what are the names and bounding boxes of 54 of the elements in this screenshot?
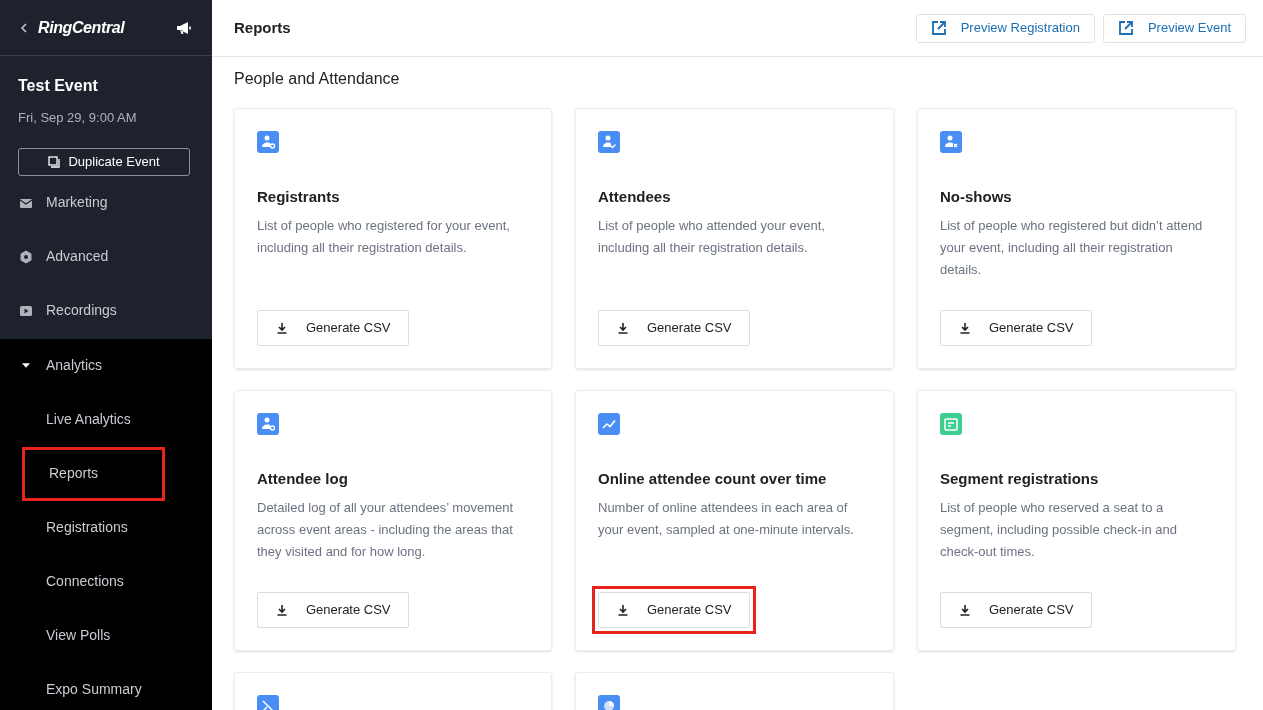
caret-icon	[22, 363, 30, 368]
sidebar-item[interactable]: Marketing	[0, 175, 212, 230]
generate-csv-button[interactable]: Generate CSV	[257, 592, 409, 628]
card-description: List of people who registered for your event, including all their registration details.	[257, 216, 511, 257]
sidebar-subitem[interactable]: Expo Summary	[22, 662, 165, 710]
external-link-icon	[1117, 20, 1134, 36]
card-title: Registrants	[257, 187, 341, 207]
download-icon	[617, 322, 629, 334]
sidebar-item[interactable]: Analytics	[0, 338, 212, 393]
generate-csv-button[interactable]: Generate CSV	[598, 310, 750, 346]
user-gear-icon	[257, 413, 279, 435]
user-gear-icon	[257, 131, 279, 153]
card-description: List of people who attended your event, including all their registration details.	[598, 216, 826, 257]
card-title: Attendees	[598, 187, 672, 207]
hexagon-icon	[18, 248, 34, 265]
card-title: Online attendee count over time	[598, 469, 828, 489]
card-description: Number of online attendees in each area of your event, sampled at one-minute intervals.	[598, 498, 855, 539]
preview-button[interactable]: Preview Event	[1102, 13, 1246, 43]
sidebar-item[interactable]: Recordings	[0, 283, 212, 338]
duplicate-event-button[interactable]: Duplicate Event	[18, 147, 190, 176]
section-title: People and Attendance	[234, 69, 401, 89]
chart-icon	[598, 413, 620, 435]
generate-csv-button[interactable]: Generate CSV	[940, 310, 1092, 346]
sidebar-subitem[interactable]: Live Analytics	[22, 392, 165, 447]
download-icon	[617, 604, 629, 616]
calendar-icon	[940, 413, 962, 435]
sidebar-subitem[interactable]: Registrations	[22, 500, 165, 555]
brand-logo: RingCentral	[38, 17, 125, 38]
sidebar-subitem[interactable]: View Polls	[22, 608, 165, 663]
event-date: Fri, Sep 29, 9:00 AM	[18, 109, 138, 127]
card-description: Detailed log of all your attendees’ movement across event areas - including the areas that they visited and for how long.	[257, 498, 515, 561]
sidebar-item[interactable]: Advanced	[0, 229, 212, 284]
external-link-icon	[930, 20, 947, 36]
back-chevron-icon[interactable]	[18, 21, 30, 34]
card-description: List of people who registered but didn’t attend your event, including all their registration details.	[940, 216, 1204, 279]
sidebar-subitem[interactable]: Reports	[22, 446, 165, 501]
preview-button[interactable]: Preview Registration	[915, 13, 1095, 43]
download-icon	[959, 604, 971, 616]
generate-csv-button[interactable]: Generate CSV	[257, 310, 409, 346]
page-title: Reports	[234, 17, 291, 38]
generate-csv-button[interactable]: Generate CSV	[940, 592, 1092, 628]
download-icon	[276, 604, 288, 616]
event-title: Test Event	[18, 76, 99, 96]
download-icon	[959, 322, 971, 334]
card-title: No-shows	[940, 187, 1013, 207]
user-x-icon	[940, 131, 962, 153]
generate-csv-button[interactable]: Generate CSV	[598, 592, 750, 628]
user-check-icon	[598, 131, 620, 153]
card-title: Attendee log	[257, 469, 349, 489]
card-title: Segment registrations	[940, 469, 1100, 489]
download-icon	[276, 322, 288, 334]
card-description: List of people who reserved a seat to a segment, including possible check-in and check-out times.	[940, 498, 1179, 561]
copy-icon	[48, 155, 61, 168]
sidebar-subitem[interactable]: Connections	[22, 554, 165, 609]
